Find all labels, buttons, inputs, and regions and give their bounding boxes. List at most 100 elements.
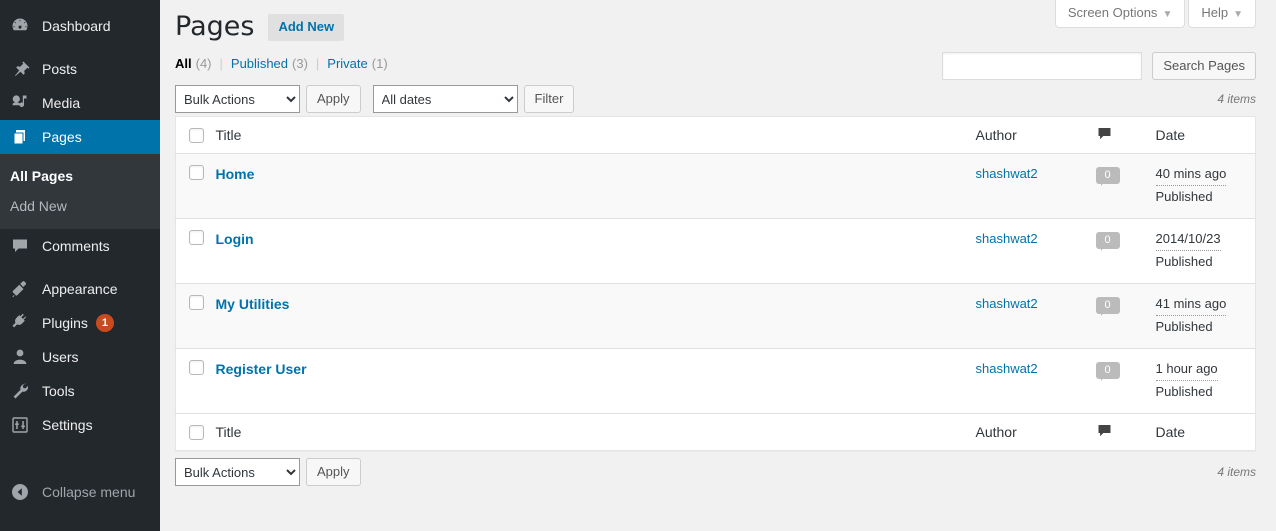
plugins-update-badge: 1 [95, 314, 114, 333]
row-checkbox-cell [175, 348, 206, 414]
author-link[interactable]: shashwat2 [976, 166, 1038, 181]
displaying-num-top: 4 items [1217, 92, 1256, 106]
column-header-title[interactable]: Title [205, 116, 966, 154]
row-date-cell: 2014/10/23 Published [1145, 218, 1256, 284]
comment-count-bubble[interactable]: 0 [1095, 164, 1120, 186]
row-checkbox[interactable] [189, 295, 204, 311]
page-title-link[interactable]: Register User [216, 361, 307, 377]
row-author-cell: shashwat2 [965, 348, 1086, 414]
sidebar-item-label: Settings [42, 417, 93, 434]
media-icon [10, 93, 30, 113]
filter-link-private[interactable]: Private [327, 56, 367, 71]
bulk-actions-group-bottom: Bulk Actions Edit Move to Trash Apply [175, 458, 361, 486]
comment-count-value: 0 [1095, 167, 1120, 184]
table-header-row: Title Author Date [175, 116, 1256, 154]
row-checkbox[interactable] [189, 165, 204, 181]
search-pages-button[interactable]: Search Pages [1152, 52, 1256, 80]
table-head: Title Author Date [175, 116, 1256, 154]
add-new-button[interactable]: Add New [268, 14, 345, 41]
page-title-link[interactable]: Login [216, 231, 254, 247]
table-body: Home shashwat2 0 40 mins ago Published L… [175, 153, 1256, 414]
collapse-menu-label: Collapse menu [42, 484, 136, 500]
comment-count-bubble[interactable]: 0 [1095, 229, 1120, 251]
date-filter-select[interactable]: All dates [372, 85, 518, 113]
row-title-cell: Register User [205, 348, 966, 414]
comment-count-bubble[interactable]: 0 [1095, 359, 1120, 381]
table-foot: Title Author Date [175, 413, 1256, 451]
date-filter-group: All dates Filter [372, 85, 575, 113]
row-checkbox[interactable] [189, 360, 204, 376]
page-title-link[interactable]: Home [216, 166, 255, 182]
collapse-menu-button[interactable]: Collapse menu [0, 475, 160, 509]
users-icon [10, 347, 30, 367]
row-author-cell: shashwat2 [965, 218, 1086, 284]
sidebar-item-settings[interactable]: Settings [0, 408, 160, 442]
select-all-checkbox-bottom[interactable] [189, 425, 204, 441]
bulk-actions-select-bottom[interactable]: Bulk Actions Edit Move to Trash [175, 458, 300, 486]
sidebar-item-appearance[interactable]: Appearance [0, 272, 160, 306]
column-footer-comments[interactable] [1085, 413, 1146, 451]
sidebar-separator [0, 43, 160, 52]
row-comments-cell: 0 [1085, 283, 1146, 349]
page-title-link[interactable]: My Utilities [216, 296, 290, 312]
bulk-actions-select-top[interactable]: Bulk Actions Edit Move to Trash [175, 85, 300, 113]
column-footer-date[interactable]: Date [1145, 413, 1256, 451]
displaying-num-bottom: 4 items [1217, 465, 1256, 479]
row-checkbox[interactable] [189, 230, 204, 246]
help-button[interactable]: Help ▼ [1188, 0, 1256, 29]
search-box: Search Pages [942, 52, 1256, 80]
author-link[interactable]: shashwat2 [976, 231, 1038, 246]
sidebar-item-label: Users [42, 349, 79, 366]
select-all-header [175, 116, 206, 154]
filter-count-all: (4) [195, 55, 212, 71]
sidebar-item-plugins[interactable]: Plugins 1 [0, 306, 160, 340]
sidebar-item-posts[interactable]: Posts [0, 52, 160, 86]
filter-link-published[interactable]: Published [231, 56, 288, 71]
chevron-down-icon: ▼ [1162, 9, 1173, 20]
submenu-item-all-pages[interactable]: All Pages [0, 161, 160, 191]
column-footer-author[interactable]: Author [965, 413, 1086, 451]
sidebar-item-label: Media [42, 95, 81, 111]
author-link[interactable]: shashwat2 [976, 296, 1038, 311]
sidebar-item-label: Posts [42, 61, 78, 77]
comment-bubble-icon [1096, 126, 1113, 145]
row-title-cell: My Utilities [205, 283, 966, 349]
sidebar-item-comments[interactable]: Comments [0, 229, 160, 263]
sidebar-item-users[interactable]: Users [0, 340, 160, 374]
row-status-value: Published [1155, 188, 1213, 204]
filter-count-published: (3) [292, 55, 308, 71]
column-header-author[interactable]: Author [965, 116, 1086, 154]
select-all-checkbox-top[interactable] [189, 128, 204, 144]
screen-options-button[interactable]: Screen Options ▼ [1054, 0, 1186, 29]
admin-main-body: Screen Options ▼ Help ▼ Pages Add New Sear… [160, 0, 1276, 531]
author-link[interactable]: shashwat2 [976, 361, 1038, 376]
sidebar-item-media[interactable]: Media [0, 86, 160, 120]
comments-icon [10, 236, 30, 256]
column-header-comments[interactable] [1085, 116, 1146, 154]
sidebar-item-label: Tools [42, 383, 75, 400]
submenu-item-add-new[interactable]: Add New [0, 191, 160, 221]
filter-button[interactable]: Filter [523, 85, 575, 113]
comment-count-bubble[interactable]: 0 [1095, 294, 1120, 316]
row-author-cell: shashwat2 [965, 283, 1086, 349]
search-input[interactable] [942, 52, 1143, 80]
row-date-cell: 40 mins ago Published [1146, 154, 1256, 219]
column-header-date[interactable]: Date [1145, 116, 1256, 154]
sidebar-item-dashboard[interactable]: Dashboard [0, 9, 160, 43]
row-date-value: 40 mins ago [1155, 164, 1227, 186]
screen-options-label: Screen Options [1067, 5, 1158, 20]
sidebar-item-pages[interactable]: Pages [0, 120, 169, 154]
tools-icon [10, 381, 30, 401]
column-footer-title[interactable]: Title [205, 413, 966, 451]
sidebar-item-tools[interactable]: Tools [0, 374, 160, 408]
collapse-arrow-icon [10, 482, 30, 502]
sidebar-item-label: Pages [42, 129, 82, 145]
filter-count-private: (1) [371, 55, 388, 71]
row-date-value: 1 hour ago [1155, 359, 1218, 381]
apply-button-bottom[interactable]: Apply [306, 458, 361, 486]
pin-icon [10, 59, 30, 79]
table-row: Register User shashwat2 0 1 hour ago Pub… [175, 348, 1256, 414]
filter-link-all[interactable]: All [175, 56, 192, 71]
apply-button-top[interactable]: Apply [306, 85, 361, 113]
dashboard-icon [10, 16, 30, 36]
